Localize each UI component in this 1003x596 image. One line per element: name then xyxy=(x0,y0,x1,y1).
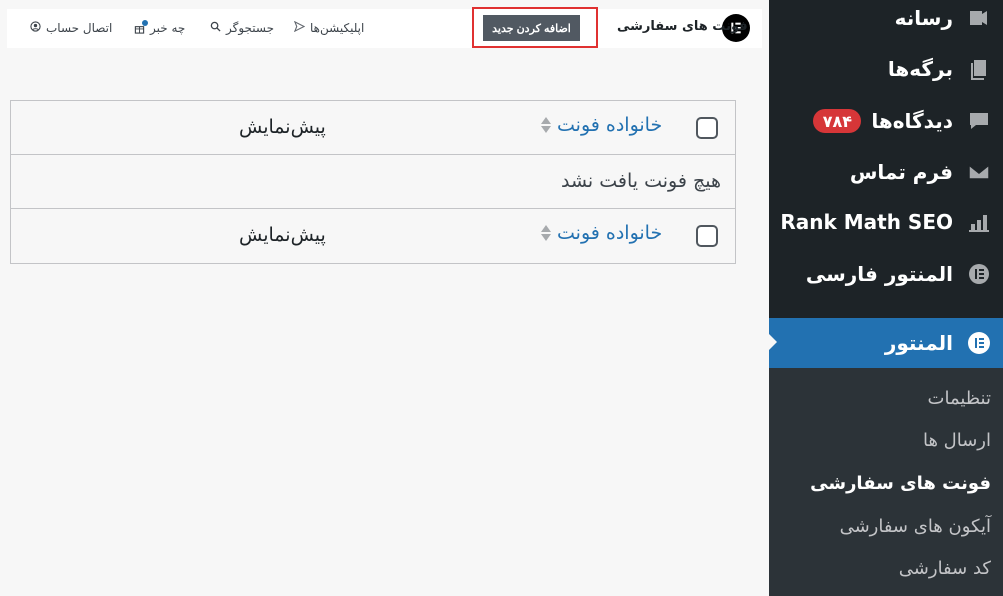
sidebar-item-label: برگه‌ها xyxy=(887,57,953,81)
connect-account-link[interactable]: اتصال حساب xyxy=(30,21,112,35)
elementor-persian-icon xyxy=(965,260,993,288)
active-menu-arrow xyxy=(768,333,777,351)
search-icon xyxy=(210,21,221,35)
sidebar-item-label: دیدگاه‌ها xyxy=(871,109,953,133)
add-new-button[interactable]: اضافه کردن جدید xyxy=(483,15,580,41)
media-icon xyxy=(965,4,993,32)
sort-icon xyxy=(541,117,551,133)
connect-account-link-label: اتصال حساب xyxy=(46,21,113,35)
sidebar-item-contact-form[interactable]: فرم تماس xyxy=(769,147,1003,197)
finder-link[interactable]: جستجوگر xyxy=(210,21,274,35)
notification-dot xyxy=(142,19,148,26)
sidebar-item-rank-math[interactable]: Rank Math SEO xyxy=(769,197,1003,247)
font-family-column-footer[interactable]: خانواده فونت xyxy=(541,222,662,244)
select-all-checkbox[interactable] xyxy=(696,117,718,139)
table-header-row: خانواده فونت پیش‌نمایش xyxy=(11,101,735,155)
elementor-top-bar: فونت های سفارشی اضافه کردن جدید اپلیکیشن… xyxy=(7,7,762,48)
apps-link-label: اپلیکیشن‌ها xyxy=(310,21,365,35)
sort-icon xyxy=(541,225,551,241)
comments-count-badge: ۷۸۴ xyxy=(813,109,862,133)
submenu-item-custom-icons[interactable]: آیکون های سفارشی xyxy=(840,516,991,537)
page-title: فونت های سفارشی xyxy=(617,19,748,34)
submenu-item-custom-fonts[interactable]: فونت های سفارشی xyxy=(810,473,991,494)
font-family-footer-label: خانواده فونت xyxy=(557,222,663,244)
user-icon xyxy=(30,21,41,35)
table-footer-row: خانواده فونت پیش‌نمایش xyxy=(11,209,735,263)
sidebar-item-label: Rank Math SEO xyxy=(780,210,953,234)
whats-new-link[interactable]: چه خبر xyxy=(134,19,186,35)
admin-sidebar: رسانه برگه‌ها دیدگاه‌ها ۷۸۴ فرم تماس Ran… xyxy=(768,0,1003,596)
submenu-item-settings[interactable]: تنظیمات xyxy=(928,388,991,409)
finder-link-label: جستجوگر xyxy=(226,21,275,35)
gift-icon xyxy=(134,19,148,34)
select-all-checkbox-footer[interactable] xyxy=(696,225,718,247)
mail-icon xyxy=(965,158,993,186)
submenu-item-custom-code[interactable]: کد سفارشی xyxy=(899,558,991,579)
comments-icon xyxy=(965,107,993,135)
apps-link[interactable]: اپلیکیشن‌ها xyxy=(293,20,365,35)
elementor-icon xyxy=(965,329,993,357)
sidebar-item-label: فرم تماس xyxy=(849,160,953,184)
sidebar-item-elementor[interactable]: المنتور xyxy=(769,318,1003,368)
pages-icon xyxy=(965,55,993,83)
font-family-header-label: خانواده فونت xyxy=(557,114,663,136)
no-fonts-message: هیچ فونت یافت نشد xyxy=(560,170,721,192)
submenu-item-submissions[interactable]: ارسال ها xyxy=(923,430,991,451)
table-row: هیچ فونت یافت نشد xyxy=(11,155,735,209)
preview-column-header: پیش‌نمایش xyxy=(239,116,326,138)
whats-new-link-label: چه خبر xyxy=(150,21,186,35)
sidebar-item-media[interactable]: رسانه xyxy=(769,0,1003,43)
preview-column-footer: پیش‌نمایش xyxy=(239,224,326,246)
sidebar-item-comments[interactable]: دیدگاه‌ها ۷۸۴ xyxy=(769,96,1003,146)
sidebar-item-label: رسانه xyxy=(894,6,953,30)
custom-fonts-table: خانواده فونت پیش‌نمایش هیچ فونت یافت نشد… xyxy=(10,100,736,264)
font-family-column-header[interactable]: خانواده فونت xyxy=(541,114,662,136)
sidebar-item-label: المنتور xyxy=(884,331,953,355)
chart-icon xyxy=(965,208,993,236)
send-icon xyxy=(293,20,306,35)
sidebar-item-elementor-persian[interactable]: المنتور فارسی xyxy=(769,249,1003,299)
sidebar-item-pages[interactable]: برگه‌ها xyxy=(769,44,1003,94)
sidebar-item-label: المنتور فارسی xyxy=(805,262,953,286)
elementor-submenu: تنظیمات ارسال ها فونت های سفارشی آیکون ه… xyxy=(769,368,1003,596)
